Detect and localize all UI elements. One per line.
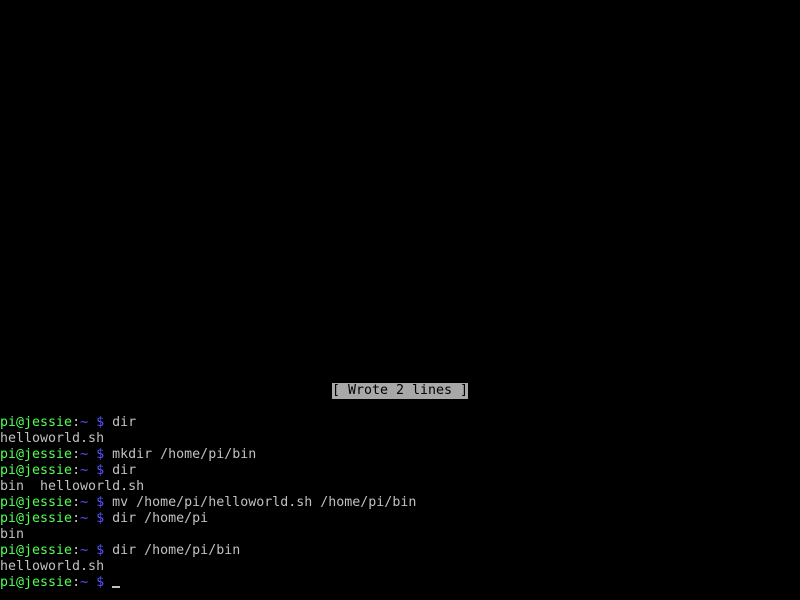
prompt-path: ~ $: [80, 511, 105, 526]
status-bar: [ Wrote 2 lines ]: [0, 383, 800, 399]
command-text: dir /home/pi/bin: [112, 543, 241, 558]
prompt-user-host: pi@jessie: [0, 511, 73, 526]
output-line: helloworld.sh: [0, 431, 800, 447]
output-line: bin: [0, 527, 800, 543]
terminal-output[interactable]: pi@jessie:~ $ dir helloworld.sh pi@jessie:…: [0, 415, 800, 591]
prompt-separator: :: [72, 543, 81, 558]
status-message: [ Wrote 2 lines ]: [331, 383, 469, 399]
prompt-path: ~ $: [80, 463, 105, 478]
prompt-line: pi@jessie:~ $ dir: [0, 463, 800, 479]
output-text: bin helloworld.sh: [0, 479, 145, 494]
command-text: dir: [112, 415, 137, 430]
text-cursor: [112, 586, 121, 588]
prompt-line: pi@jessie:~ $ dir: [0, 415, 800, 431]
prompt-path: ~ $: [80, 415, 105, 430]
command-text: dir: [112, 463, 137, 478]
prompt-user-host: pi@jessie: [0, 447, 73, 462]
prompt-user-host: pi@jessie: [0, 463, 73, 478]
prompt-user-host: pi@jessie: [0, 543, 73, 558]
terminal-screen[interactable]: [ Wrote 2 lines ] pi@jessie:~ $ dir hello…: [0, 0, 800, 600]
output-text: bin: [0, 527, 25, 542]
prompt-line: pi@jessie:~ $ dir /home/pi/bin: [0, 543, 800, 559]
output-text: helloworld.sh: [0, 559, 105, 574]
prompt-line: pi@jessie:~ $ mv /home/pi/helloworld.sh …: [0, 495, 800, 511]
prompt-separator: :: [72, 495, 81, 510]
prompt-line: pi@jessie:~ $ dir /home/pi: [0, 511, 800, 527]
prompt-separator: :: [72, 447, 81, 462]
prompt-user-host: pi@jessie: [0, 575, 73, 590]
command-text: dir /home/pi: [112, 511, 209, 526]
prompt-user-host: pi@jessie: [0, 495, 73, 510]
prompt-separator: :: [72, 511, 81, 526]
output-line: helloworld.sh: [0, 559, 800, 575]
prompt-path: ~ $: [80, 495, 105, 510]
prompt-path: ~ $: [80, 447, 105, 462]
prompt-separator: :: [72, 415, 81, 430]
output-text: helloworld.sh: [0, 431, 105, 446]
prompt-user-host: pi@jessie: [0, 415, 73, 430]
prompt-path: ~ $: [80, 575, 105, 590]
command-text: mkdir /home/pi/bin: [112, 447, 257, 462]
command-text: mv /home/pi/helloworld.sh /home/pi/bin: [112, 495, 417, 510]
prompt-line: pi@jessie:~ $: [0, 575, 800, 591]
prompt-separator: :: [72, 575, 81, 590]
prompt-separator: :: [72, 463, 81, 478]
prompt-line: pi@jessie:~ $ mkdir /home/pi/bin: [0, 447, 800, 463]
prompt-path: ~ $: [80, 543, 105, 558]
output-line: bin helloworld.sh: [0, 479, 800, 495]
